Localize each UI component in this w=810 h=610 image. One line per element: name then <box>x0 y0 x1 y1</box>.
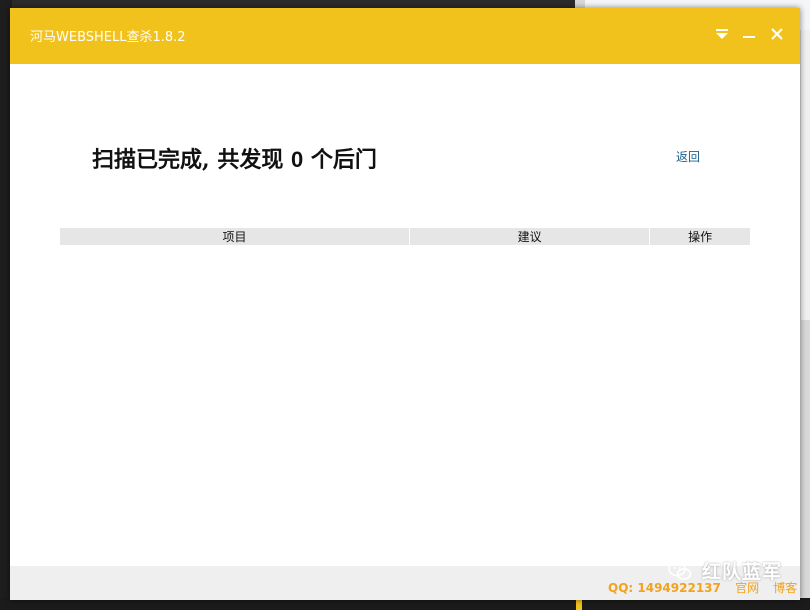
results-table: 项目 建议 操作 <box>60 228 750 245</box>
watermark: 红队蓝军 <box>668 557 782 584</box>
minimize-icon[interactable] <box>739 25 759 45</box>
dropdown-triangle-icon[interactable] <box>712 25 732 45</box>
wechat-icon <box>668 560 692 582</box>
column-header-suggestion: 建议 <box>409 228 651 245</box>
headline-suffix: 个后门 <box>310 147 377 173</box>
close-icon[interactable] <box>767 25 787 45</box>
title-bar: 河马WEBSHELL查杀1.8.2 <box>10 8 800 64</box>
main-content: 扫描已完成, 共发现 0 个后门 返回 项目 建议 操作 <box>10 64 800 566</box>
table-header-row: 项目 建议 操作 <box>60 228 750 245</box>
watermark-text: 红队蓝军 <box>702 561 783 583</box>
headline-prefix: 扫描已完成, 共发现 <box>92 147 284 173</box>
back-link[interactable]: 返回 <box>676 148 700 165</box>
background-window-panel <box>801 30 810 320</box>
backdoor-count: 0 <box>291 147 304 172</box>
scan-result-headline: 扫描已完成, 共发现 0 个后门 <box>92 142 377 174</box>
column-header-item: 项目 <box>60 228 410 245</box>
window-title: 河马WEBSHELL查杀1.8.2 <box>30 30 186 45</box>
app-window: 河马WEBSHELL查杀1.8.2 扫描已完成, 共发现 0 个后门 返回 项目… <box>10 8 800 600</box>
column-header-action: 操作 <box>649 228 750 245</box>
